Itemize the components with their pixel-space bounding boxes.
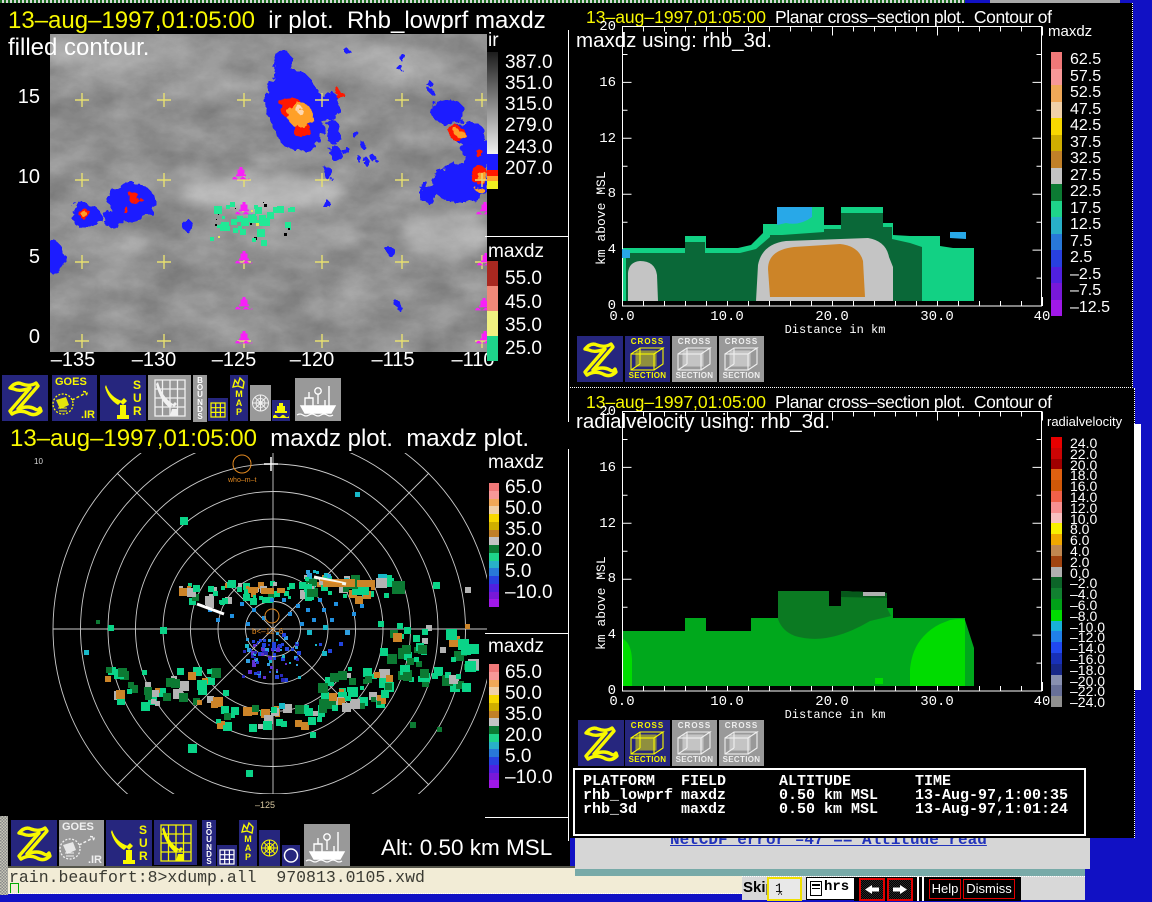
svg-text:U: U bbox=[133, 391, 142, 405]
svg-text:–125: –125 bbox=[255, 800, 275, 810]
svg-text:b<–12–6: b<–12–6 bbox=[252, 627, 284, 636]
svg-text:10: 10 bbox=[34, 457, 43, 466]
svg-text:R: R bbox=[139, 849, 148, 863]
svg-text:S: S bbox=[139, 823, 147, 837]
svg-text:R: R bbox=[133, 404, 142, 418]
svg-text:S: S bbox=[133, 378, 141, 392]
svg-text:who–m–t: who–m–t bbox=[227, 477, 256, 484]
svg-text:U: U bbox=[139, 836, 148, 850]
